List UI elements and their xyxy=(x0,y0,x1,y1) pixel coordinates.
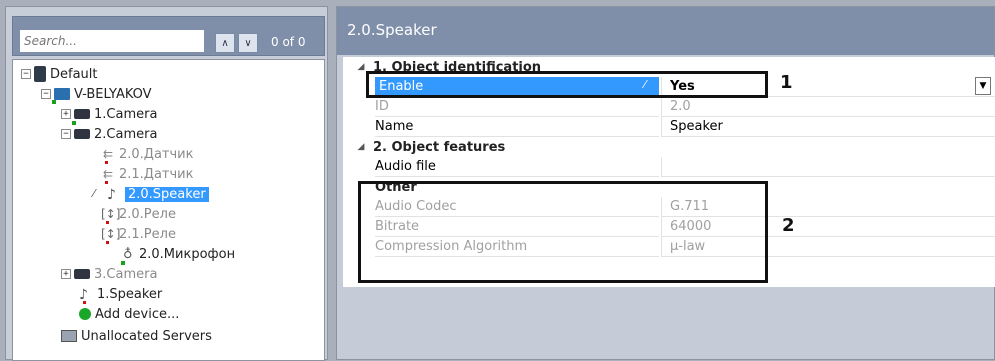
camera-icon xyxy=(74,129,90,139)
speaker-icon: ♪ xyxy=(107,187,116,203)
tree-item-label: Unallocated Servers xyxy=(81,328,212,344)
collapse-icon[interactable]: − xyxy=(61,129,71,139)
tree-item-label: 2.0.Реле xyxy=(119,206,176,222)
collapse-icon[interactable]: − xyxy=(21,69,31,79)
tree-item-add-device[interactable]: Add device... xyxy=(79,304,179,324)
property-name: Audio file xyxy=(375,157,659,177)
collapse-icon[interactable]: − xyxy=(41,89,51,99)
tree-item-v-belyakov[interactable]: − V-BELYAKOV xyxy=(41,84,152,104)
page-title: 2.0.Speaker xyxy=(347,21,437,39)
annotation-box-1 xyxy=(366,71,768,98)
tree-item-label: 1.Speaker xyxy=(97,286,163,302)
expand-icon[interactable]: + xyxy=(61,269,71,279)
property-value-name[interactable]: Speaker xyxy=(661,117,995,137)
property-value-audio-file[interactable] xyxy=(661,157,995,177)
tree-item-default[interactable]: − Default xyxy=(21,64,98,84)
sensor-icon: ⇇ xyxy=(101,167,115,184)
tree-item-1-camera[interactable]: + 1.Camera xyxy=(61,104,158,125)
search-prev-button[interactable]: ∧ xyxy=(215,33,235,53)
tree-item-label: Default xyxy=(50,66,98,82)
category-object-features[interactable]: ◢ 2. Object features xyxy=(343,137,995,157)
tree-item-label: 2.1.Реле xyxy=(119,226,176,242)
properties-header: 2.0.Speaker xyxy=(337,7,994,55)
annotation-number-1: 1 xyxy=(780,72,793,93)
sensor-icon: ⇇ xyxy=(101,147,115,164)
tree-item-2-0-sensor[interactable]: ⇇ 2.0.Датчик xyxy=(101,144,193,164)
tree-item-2-0-relay[interactable]: [↕] 2.0.Реле xyxy=(101,204,176,224)
device-tree-panel: ∧ ∨ 0 of 0 − Default − V-BELYAKOV + 1.Ca… xyxy=(5,6,328,361)
relay-icon: [↕] xyxy=(101,227,120,244)
tree-item-2-camera[interactable]: − 2.Camera xyxy=(61,124,157,144)
speaker-icon: ♪ xyxy=(79,287,88,304)
property-name: Name xyxy=(375,117,659,137)
server-icon xyxy=(34,66,46,82)
tree-item-label: 2.0.Speaker xyxy=(125,186,209,202)
tree-item-label: 2.0.Микрофон xyxy=(139,246,236,262)
camera-icon xyxy=(72,109,90,125)
search-input[interactable] xyxy=(19,29,205,53)
unallocated-servers-icon xyxy=(61,330,77,342)
tree-item-2-1-sensor[interactable]: ⇇ 2.1.Датчик xyxy=(101,164,193,184)
tree-item-label: 3.Camera xyxy=(94,266,158,282)
chevron-down-icon: ▼ xyxy=(979,81,987,91)
category-label: 2. Object features xyxy=(373,139,506,155)
tree-item-1-speaker[interactable]: ♪ 1.Speaker xyxy=(79,284,162,304)
annotation-box-2 xyxy=(358,181,768,283)
property-row-audio-file[interactable]: Audio file xyxy=(343,157,995,177)
chevron-up-icon: ∧ xyxy=(221,37,229,49)
add-device-icon xyxy=(79,308,91,320)
tree-item-label: 2.Camera xyxy=(94,126,158,142)
tree-item-3-camera[interactable]: + 3.Camera xyxy=(61,264,157,284)
property-name: ID xyxy=(375,97,659,117)
relay-icon: [↕] xyxy=(101,207,120,224)
tree-item-label: Add device... xyxy=(95,306,180,322)
pencil-icon: ⁄ xyxy=(93,187,95,200)
expand-icon[interactable]: + xyxy=(61,109,71,119)
annotation-number-2: 2 xyxy=(782,215,795,236)
search-next-button[interactable]: ∨ xyxy=(238,33,258,53)
tree-item-label: 1.Camera xyxy=(94,106,158,122)
collapse-triangle-icon[interactable]: ◢ xyxy=(353,142,369,152)
device-tree: − Default − V-BELYAKOV + 1.Camera − 2.Ca… xyxy=(12,59,325,361)
property-row-id: ID 2.0 xyxy=(343,97,995,117)
tree-item-2-1-relay[interactable]: [↕] 2.1.Реле xyxy=(101,224,176,244)
camera-icon xyxy=(74,269,90,279)
tree-item-label: 2.1.Датчик xyxy=(119,166,194,182)
tree-item-unallocated-servers[interactable]: Unallocated Servers xyxy=(61,326,212,346)
tree-item-label: 2.0.Датчик xyxy=(119,146,194,162)
enable-dropdown-button[interactable]: ▼ xyxy=(975,77,991,95)
tree-item-2-0-speaker[interactable]: ⁄ ♪ 2.0.Speaker xyxy=(93,184,209,204)
property-value-id: 2.0 xyxy=(661,97,995,117)
tree-item-2-0-microphone[interactable]: ♁ 2.0.Микрофон xyxy=(121,244,236,265)
chevron-down-icon: ∨ xyxy=(244,37,252,49)
search-bar: ∧ ∨ 0 of 0 xyxy=(12,16,325,56)
microphone-icon: ♁ xyxy=(121,247,135,265)
search-result-count: 0 of 0 xyxy=(271,35,306,49)
property-row-name[interactable]: Name Speaker xyxy=(343,117,995,137)
tree-item-label: V-BELYAKOV xyxy=(74,86,152,102)
computer-icon xyxy=(52,88,70,104)
